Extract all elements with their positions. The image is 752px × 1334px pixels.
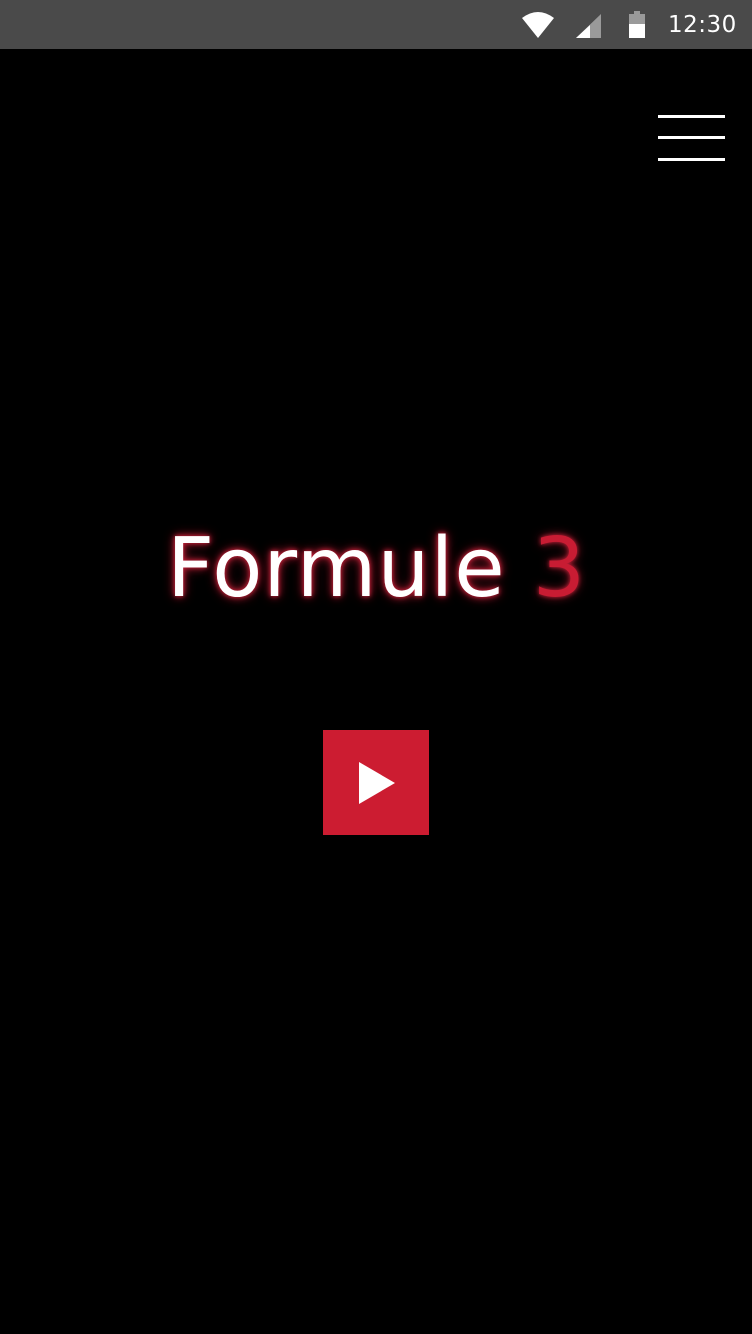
logo-number: 3	[532, 521, 586, 616]
app-screen: Formule 3	[1, 49, 752, 1334]
app-logo: Formule 3	[1, 519, 752, 619]
play-icon	[359, 762, 395, 804]
menu-line	[658, 158, 725, 161]
menu-line	[658, 115, 725, 118]
logo-word: Formule	[166, 521, 506, 616]
signal-icon	[576, 14, 601, 38]
status-time: 12:30	[668, 12, 737, 38]
menu-line	[658, 136, 725, 139]
hamburger-menu-icon[interactable]	[656, 113, 728, 163]
play-button[interactable]	[323, 730, 429, 835]
wifi-icon	[522, 12, 554, 38]
status-bar: 12:30	[0, 0, 752, 49]
battery-icon	[629, 11, 645, 38]
